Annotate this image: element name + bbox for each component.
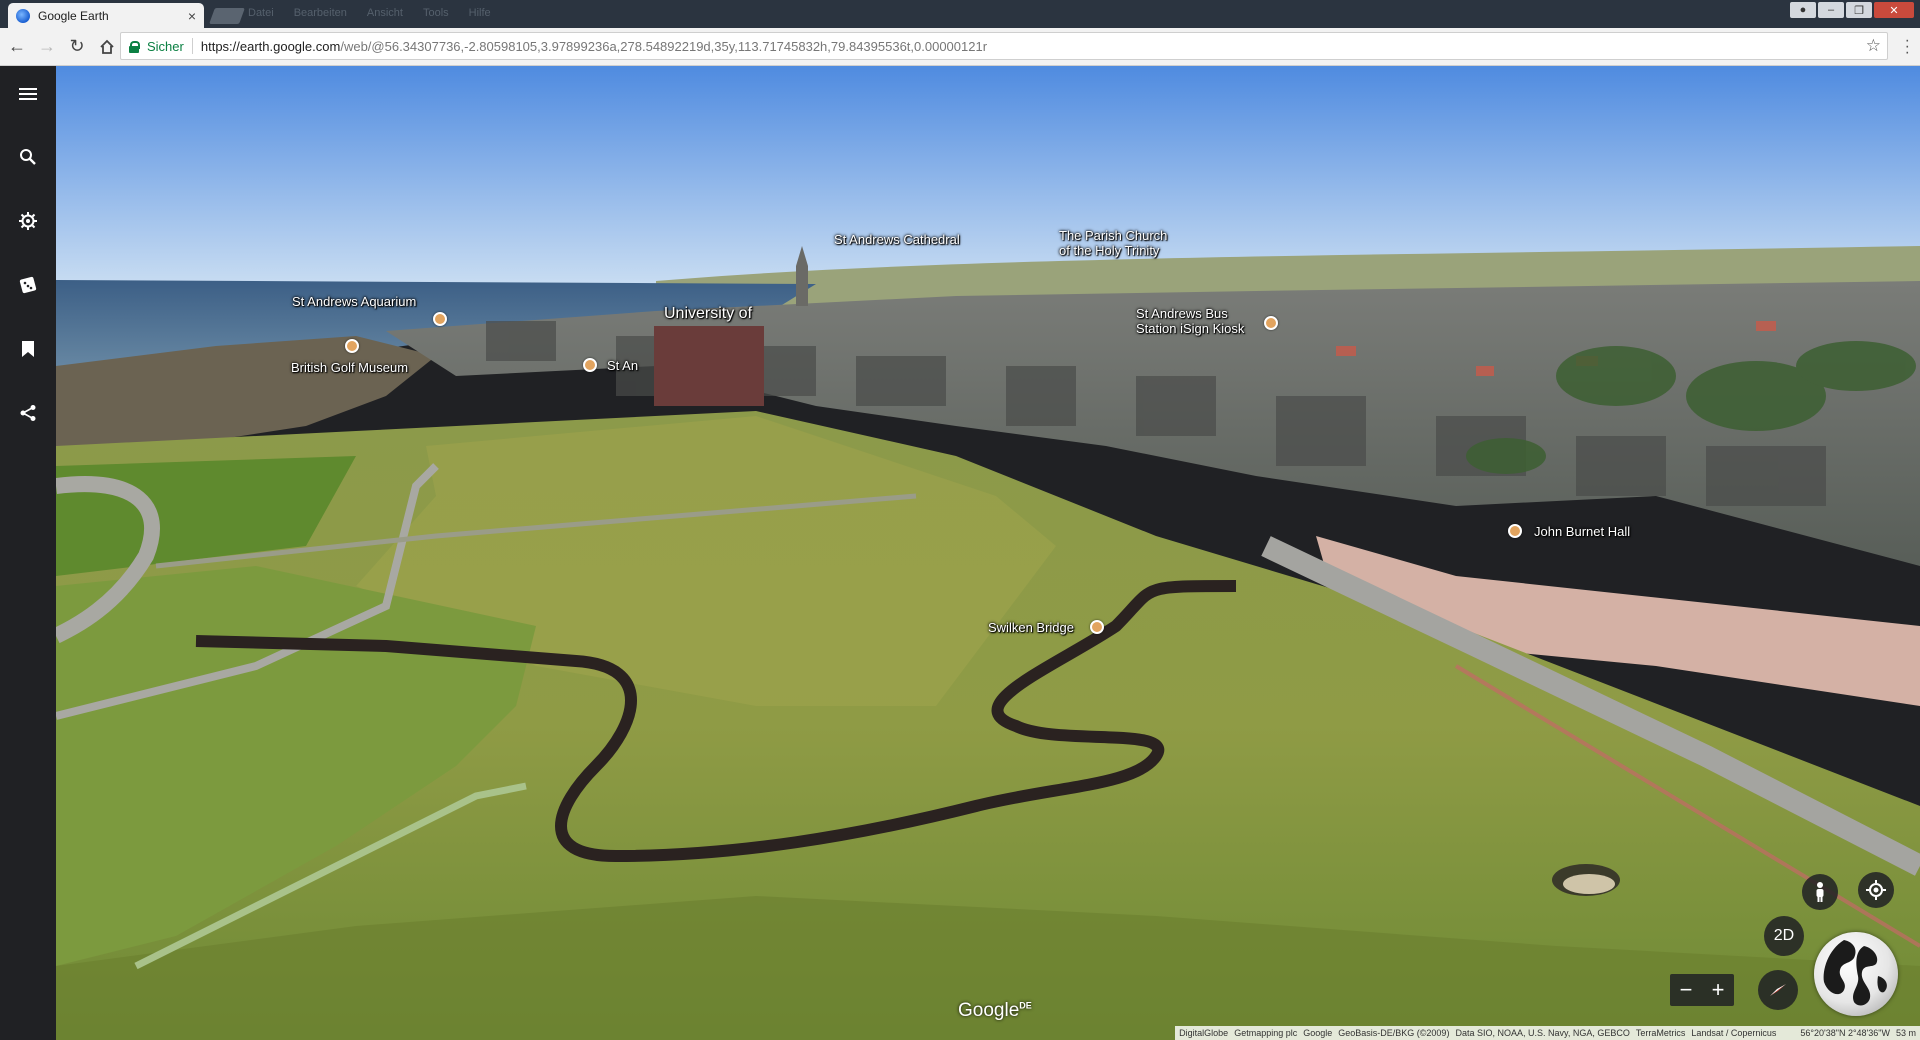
earth-sidebar [0, 66, 56, 1040]
background-menu: Datei Bearbeiten Ansicht Tools Hilfe [248, 7, 491, 19]
place-label-parish-church-line1[interactable]: The Parish Church [1059, 228, 1167, 244]
address-bar[interactable]: Sicher https://earth.google.com/web/@56.… [120, 32, 1888, 60]
pegman-icon [1816, 882, 1824, 902]
search-icon[interactable] [13, 142, 43, 172]
secure-label: Sicher [147, 38, 184, 54]
camera-altitude-readout: 53 m [1895, 1028, 1916, 1038]
bookmark-star-icon[interactable]: ☆ [1866, 36, 1881, 56]
place-label-bus-station-line1[interactable]: St Andrews Bus [1136, 306, 1228, 322]
place-label-aquarium[interactable]: St Andrews Aquarium [292, 294, 416, 310]
museum-poi-icon[interactable] [345, 339, 359, 353]
menu-icon[interactable] [13, 79, 43, 109]
camera-poi-icon[interactable] [1090, 620, 1104, 634]
browser-menu-icon[interactable]: · · · [1905, 33, 1910, 61]
close-window-button[interactable]: ✕ [1874, 2, 1914, 18]
school-poi-icon[interactable] [1508, 524, 1522, 538]
place-label-golf-museum[interactable]: British Golf Museum [291, 360, 408, 376]
window-controls: ● – ❐ ✕ [1790, 2, 1914, 18]
globe-minimap[interactable] [1814, 932, 1898, 1016]
compass-needle-icon [1770, 984, 1786, 996]
browser-titlebar: Google Earth × Datei Bearbeiten Ansicht … [0, 0, 1920, 28]
coordinates-readout: 56°20'38"N 2°48'36"W [1800, 1028, 1890, 1038]
google-earth-favicon-icon [16, 8, 30, 23]
menu-item: Datei [248, 7, 274, 19]
zoom-controls: − + [1670, 974, 1734, 1006]
tab-title: Google Earth [38, 8, 109, 23]
reload-button[interactable]: ↻ [64, 34, 90, 60]
building-poi-icon[interactable] [583, 358, 597, 372]
share-icon[interactable] [13, 398, 43, 428]
attribution-item: DigitalGlobe [1179, 1028, 1229, 1038]
place-label-bus-station-line2[interactable]: Station iSign Kiosk [1136, 321, 1244, 337]
place-label-cathedral[interactable]: St Andrews Cathedral [834, 232, 960, 248]
place-label-parish-church-line2[interactable]: of the Holy Trinity [1059, 243, 1159, 259]
attribution-item: GeoBasis-DE/BKG (©2009) [1338, 1028, 1450, 1038]
zoom-out-button[interactable]: − [1670, 974, 1702, 1006]
place-label-university[interactable]: University of [664, 306, 752, 322]
new-tab-button[interactable] [209, 8, 245, 24]
globe-icon [1823, 940, 1887, 1006]
attribution-item: Data SIO, NOAA, U.S. Navy, NGA, GEBCO [1455, 1028, 1630, 1038]
menu-item: Bearbeiten [293, 7, 347, 19]
browser-toolbar: ← → ↻ Sicher https://earth.google.com/we… [0, 28, 1920, 66]
menu-item: Ansicht [366, 7, 403, 19]
attribution-item: Getmapping plc [1234, 1028, 1298, 1038]
home-icon [100, 39, 114, 54]
tab-close-icon[interactable]: × [188, 8, 196, 24]
attribution-bar: DigitalGlobe Getmapping plc Google GeoBa… [1175, 1026, 1920, 1040]
camera-poi-icon[interactable] [433, 312, 447, 326]
home-button[interactable] [94, 34, 120, 60]
url-host: https://earth.google.com [200, 38, 341, 54]
maximize-button[interactable]: ❐ [1846, 2, 1872, 18]
voyager-icon[interactable] [13, 206, 43, 236]
attribution-item: Google [1303, 1028, 1333, 1038]
zoom-in-button[interactable]: + [1702, 974, 1734, 1006]
url-path: /web/@56.34307736,-2.80598105,3.97899236… [340, 38, 988, 54]
place-label-swilken-bridge[interactable]: Swilken Bridge [988, 620, 1074, 636]
menu-item: Tools [422, 7, 449, 19]
place-label-john-burnet-hall[interactable]: John Burnet Hall [1534, 524, 1630, 540]
menu-item: Hilfe [468, 7, 491, 19]
attribution-item: Landsat / Copernicus [1691, 1028, 1777, 1038]
aerial-3d-imagery [56, 66, 1920, 1040]
pegman-street-view-button[interactable] [1802, 874, 1838, 910]
crosshair-icon [1866, 880, 1886, 900]
feeling-lucky-dice-icon[interactable] [13, 270, 43, 300]
my-location-button[interactable] [1858, 872, 1894, 908]
user-profile-icon[interactable]: ● [1790, 2, 1816, 18]
separator [191, 38, 193, 54]
back-button[interactable]: ← [4, 34, 30, 60]
attribution-item: TerraMetrics [1635, 1028, 1686, 1038]
map-viewport[interactable]: St Andrews Aquarium British Golf Museum … [56, 66, 1920, 1040]
bookmark-icon[interactable] [13, 334, 43, 364]
forward-button[interactable]: → [34, 34, 60, 60]
view-2d-toggle[interactable]: 2D [1764, 916, 1804, 956]
google-logo: GoogleDE [958, 1000, 1032, 1021]
place-label-st-an[interactable]: St An [607, 358, 638, 374]
minimize-button[interactable]: – [1818, 2, 1844, 18]
browser-tab[interactable]: Google Earth × [8, 3, 204, 28]
compass-button[interactable] [1758, 970, 1798, 1010]
lock-icon [129, 40, 140, 53]
camera-poi-icon[interactable] [1264, 316, 1278, 330]
